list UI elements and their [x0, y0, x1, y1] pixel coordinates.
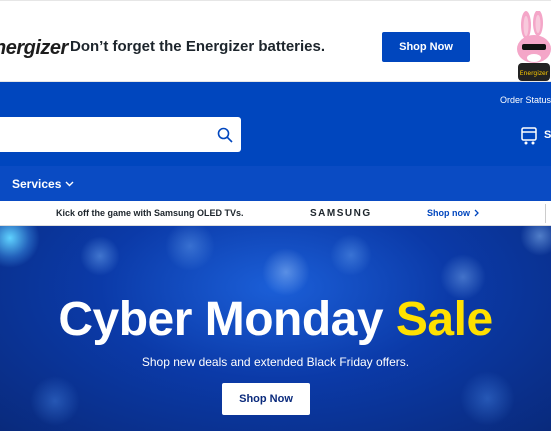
cart-label[interactable]: S	[544, 129, 551, 141]
energizer-logo: nergizer	[0, 37, 68, 59]
ad-shop-now-button[interactable]: Shop Now	[382, 32, 470, 62]
hero-title-main: Cyber Monday	[58, 293, 384, 346]
ad-headline: Don’t forget the Energizer batteries.	[70, 38, 326, 55]
site-header: Order Status S	[0, 82, 551, 166]
promo-link-label: Shop now	[427, 208, 470, 218]
bokeh-light	[262, 248, 310, 296]
hero-banner[interactable]: Cyber Monday Sale Shop new deals and ext…	[0, 226, 551, 431]
main-nav: Services	[0, 166, 551, 201]
services-label: Services	[12, 177, 62, 191]
order-status-link[interactable]: Order Status	[500, 95, 551, 105]
hero-subtitle: Shop new deals and extended Black Friday…	[141, 355, 410, 369]
promo-shop-now-link[interactable]: Shop now	[427, 208, 479, 218]
hero-shop-now-button[interactable]: Shop Now	[222, 383, 310, 415]
svg-text:Energizer: Energizer	[520, 70, 549, 77]
bokeh-light	[165, 226, 215, 271]
bokeh-light	[80, 236, 120, 276]
bokeh-light	[330, 234, 372, 276]
cart-icon[interactable]	[521, 127, 539, 145]
samsung-logo: SAMSUNG	[310, 208, 372, 219]
services-menu[interactable]: Services	[12, 177, 74, 191]
promo-text: Kick off the game with Samsung OLED TVs.	[56, 208, 244, 218]
search-icon[interactable]	[217, 127, 233, 143]
energizer-bunny-image: Energizer	[517, 11, 551, 81]
promo-strip: Kick off the game with Samsung OLED TVs.…	[0, 201, 551, 226]
bokeh-light	[520, 226, 551, 256]
divider	[545, 204, 546, 223]
search-input[interactable]	[0, 117, 216, 152]
bokeh-light	[30, 376, 80, 426]
chevron-right-icon	[474, 209, 479, 217]
energizer-ad-banner[interactable]: nergizer Don’t forget the Energizer batt…	[0, 0, 551, 82]
bokeh-light	[0, 226, 40, 268]
search-bar[interactable]	[0, 117, 241, 152]
bokeh-light	[460, 371, 515, 426]
chevron-down-icon	[65, 181, 74, 187]
hero-title: Cyber Monday Sale	[0, 292, 551, 347]
hero-title-highlight: Sale	[395, 293, 493, 346]
